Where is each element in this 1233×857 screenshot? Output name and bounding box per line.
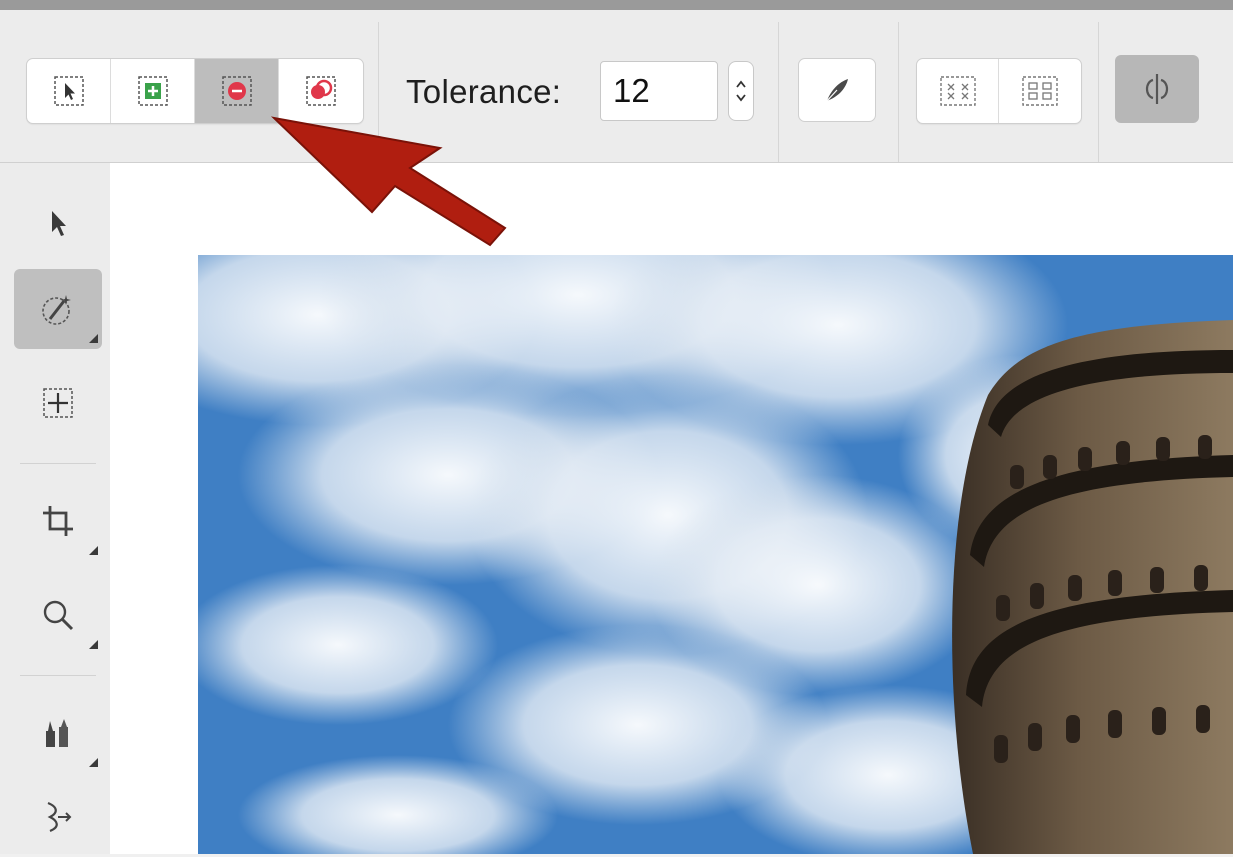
new-selection-icon [53,76,84,106]
tool-flyout-indicator [89,546,98,555]
paint-tools-icon [46,719,68,747]
selection-method-group [916,58,1082,124]
window-top-border [0,0,1233,10]
add-to-selection-icon [137,76,168,106]
zoom-icon [43,600,74,631]
tool-flyout-indicator [89,640,98,649]
tools-separator [20,463,96,464]
zoom-tool[interactable] [14,575,102,655]
refine-edge-toggle[interactable] [1115,55,1199,123]
intersect-selection-icon [306,76,336,106]
intersect-selection-button[interactable] [279,59,363,123]
transform-selection-icon [43,388,73,418]
selection-mode-group [26,58,364,124]
toolbar-separator [898,22,899,162]
tools-panel [0,163,110,854]
refine-edge-toggle-icon [1145,74,1169,104]
toolbar-separator [378,22,379,162]
arrow-pointer-icon [52,211,66,236]
select-contiguous-button[interactable] [999,59,1081,123]
canvas-photo[interactable] [198,255,1233,854]
leaning-tower-photo [198,255,1233,854]
crop-tool[interactable] [14,481,102,561]
new-selection-button[interactable] [27,59,111,123]
crop-icon [43,506,73,536]
tolerance-label: Tolerance: [406,73,562,110]
magic-wand-icon [42,295,71,325]
tool-flyout-indicator [89,334,98,343]
subtract-from-selection-button[interactable] [195,59,279,123]
toolbar-separator [1098,22,1099,162]
retouch-tool[interactable] [14,777,102,857]
select-similar-button[interactable] [917,59,999,123]
toolbar-separator [778,22,779,162]
stepper-arrows-icon [736,80,746,102]
select-similar-icon [939,76,976,106]
tool-flyout-indicator [89,758,98,767]
add-to-selection-button[interactable] [111,59,195,123]
tools-separator [20,675,96,676]
pointer-tool[interactable] [14,183,102,263]
tolerance-stepper[interactable] [728,61,754,121]
select-contiguous-icon [1022,76,1058,106]
retouch-icon [47,801,72,833]
paint-tool[interactable] [14,693,102,773]
feather-button[interactable] [798,58,876,122]
feather-icon [825,79,848,103]
transform-selection-tool[interactable] [14,363,102,443]
magic-wand-tool[interactable] [14,269,102,349]
tolerance-input[interactable]: 12 [600,61,718,121]
subtract-from-selection-icon [221,76,252,106]
